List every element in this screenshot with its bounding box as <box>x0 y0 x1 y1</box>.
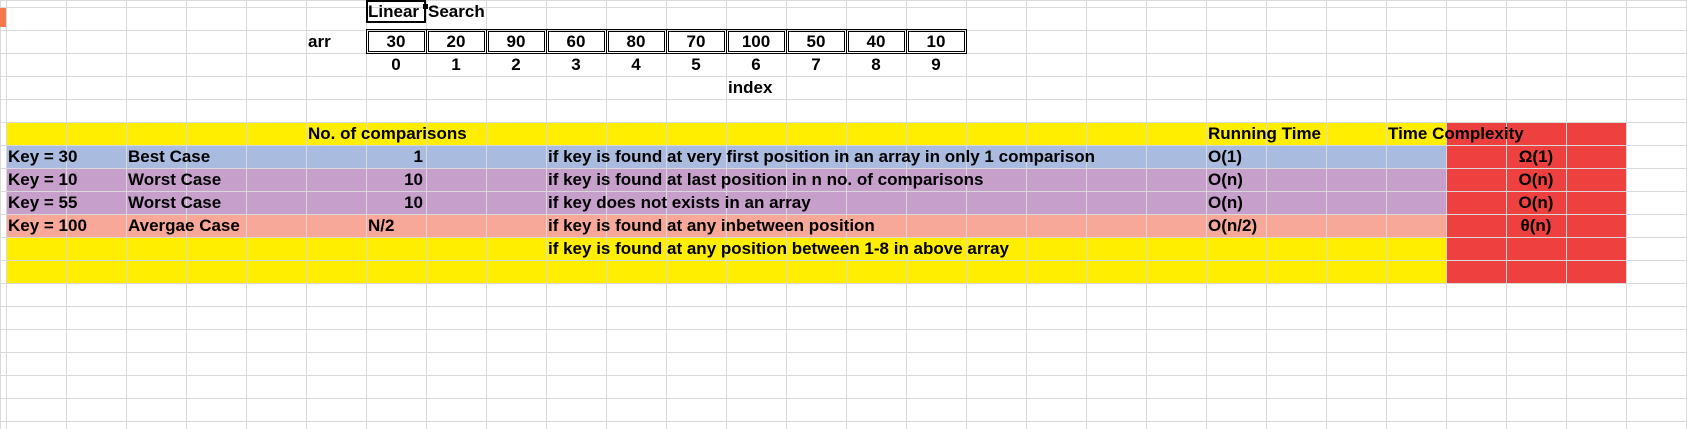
array-value[interactable]: 10 <box>906 30 966 53</box>
array-value[interactable]: 70 <box>666 30 726 53</box>
array-index[interactable]: 9 <box>906 53 966 76</box>
title-search[interactable]: Search <box>426 0 488 23</box>
array-value[interactable]: 40 <box>846 30 906 53</box>
comparisons-cell[interactable]: 1 <box>306 145 426 168</box>
array-value[interactable]: 30 <box>366 30 426 53</box>
running-time-cell[interactable]: O(1) <box>1206 145 1388 168</box>
array-index[interactable]: 8 <box>846 53 906 76</box>
array-label[interactable]: arr <box>306 30 368 53</box>
array-index[interactable]: 3 <box>546 53 606 76</box>
header-running-time[interactable]: Running Time <box>1206 122 1388 145</box>
case-cell[interactable]: Best Case <box>126 145 308 168</box>
running-time-cell[interactable]: O(n/2) <box>1206 214 1388 237</box>
index-label[interactable]: index <box>726 76 788 99</box>
complexity-cell[interactable]: Ω(1) <box>1446 145 1626 168</box>
complexity-cell[interactable]: θ(n) <box>1446 214 1626 237</box>
array-value[interactable]: 100 <box>726 30 786 53</box>
complexity-cell[interactable]: O(n) <box>1446 168 1626 191</box>
array-value[interactable]: 80 <box>606 30 666 53</box>
case-cell[interactable]: Worst Case <box>126 168 308 191</box>
note-cell[interactable]: if key is found at any position between … <box>546 237 1208 260</box>
row-highlight-marker <box>0 8 6 27</box>
array-value[interactable]: 20 <box>426 30 486 53</box>
array-index[interactable]: 5 <box>666 53 726 76</box>
array-index[interactable]: 1 <box>426 53 486 76</box>
running-time-cell[interactable]: O(n) <box>1206 168 1388 191</box>
key-cell[interactable]: Key = 30 <box>6 145 128 168</box>
array-index[interactable]: 7 <box>786 53 846 76</box>
key-cell[interactable]: Key = 10 <box>6 168 128 191</box>
description-cell[interactable]: if key is found at last position in n no… <box>546 168 1208 191</box>
header-time-complexity[interactable]: Time Complexity <box>1386 122 1568 145</box>
description-cell[interactable]: if key does not exists in an array <box>546 191 1208 214</box>
case-cell[interactable]: Worst Case <box>126 191 308 214</box>
running-time-cell[interactable]: O(n) <box>1206 191 1388 214</box>
key-cell[interactable]: Key = 55 <box>6 191 128 214</box>
array-index[interactable]: 2 <box>486 53 546 76</box>
comparisons-cell[interactable]: 10 <box>306 191 426 214</box>
key-cell[interactable]: Key = 100 <box>6 214 128 237</box>
header-comparisons[interactable]: No. of comparisons <box>306 122 488 145</box>
case-cell[interactable]: Avergae Case <box>126 214 308 237</box>
array-value[interactable]: 60 <box>546 30 606 53</box>
comparisons-cell[interactable]: 10 <box>306 168 426 191</box>
array-value[interactable]: 50 <box>786 30 846 53</box>
array-index[interactable]: 6 <box>726 53 786 76</box>
complexity-cell[interactable]: O(n) <box>1446 191 1626 214</box>
description-cell[interactable]: if key is found at very first position i… <box>546 145 1208 168</box>
array-value[interactable]: 90 <box>486 30 546 53</box>
comparisons-cell[interactable]: N/2 <box>366 214 428 237</box>
title-linear[interactable]: Linear <box>366 0 428 23</box>
description-cell[interactable]: if key is found at any inbetween positio… <box>546 214 1208 237</box>
array-index[interactable]: 4 <box>606 53 666 76</box>
spreadsheet-grid[interactable]: Linear Search arr 30 20 90 60 80 70 100 50 40 10 … <box>0 0 1687 429</box>
array-index[interactable]: 0 <box>366 53 426 76</box>
